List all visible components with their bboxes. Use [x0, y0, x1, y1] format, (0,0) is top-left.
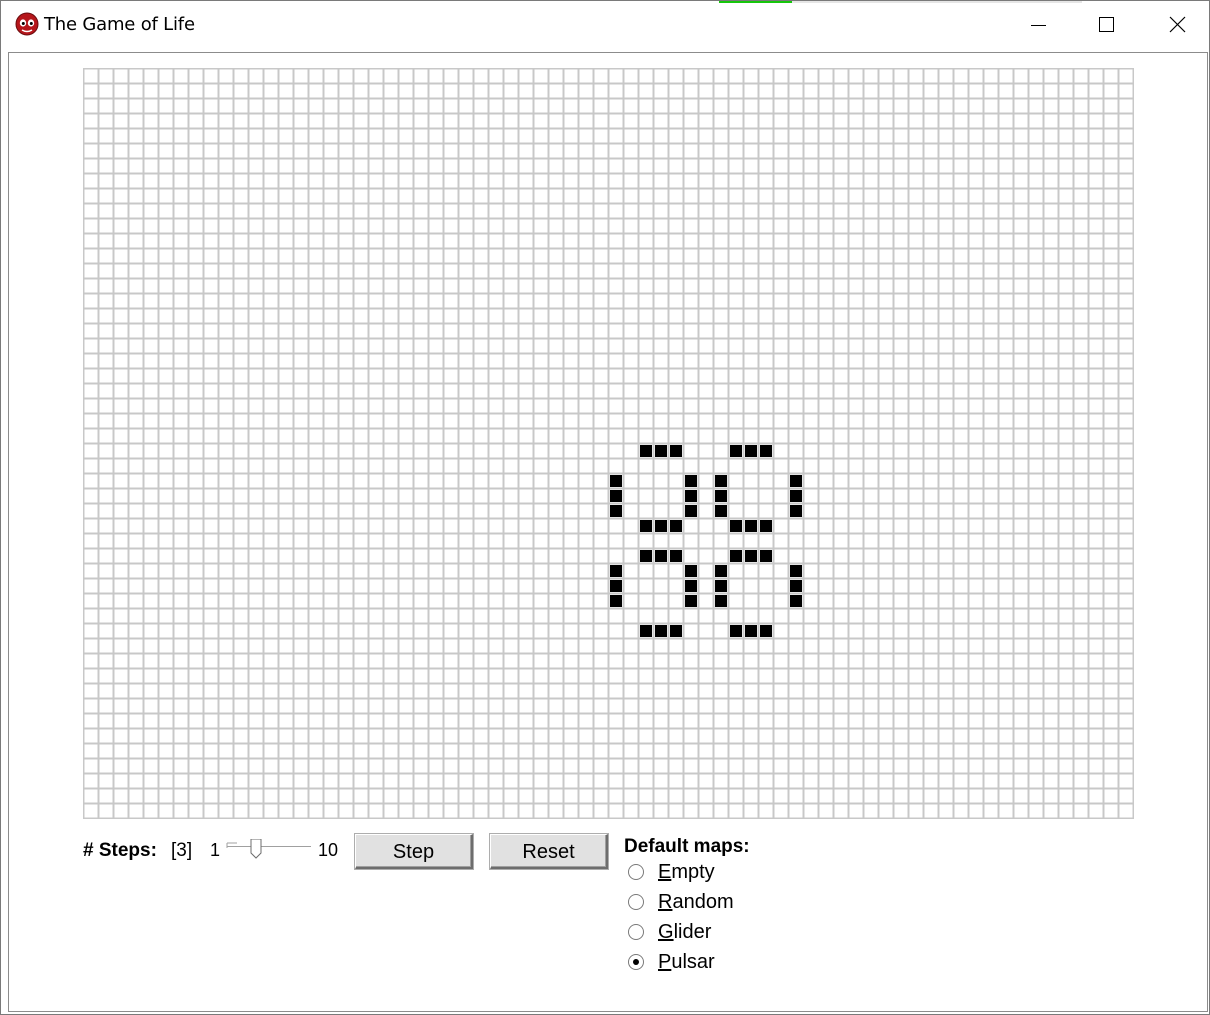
radio-button-empty[interactable] [627, 863, 645, 881]
radio-label-random: Random [658, 891, 734, 913]
slider-thumb[interactable] [250, 839, 262, 859]
live-cell[interactable] [655, 445, 667, 457]
live-cell[interactable] [640, 445, 652, 457]
radio-label-pulsar: Pulsar [658, 951, 715, 973]
maximize-button[interactable] [1072, 1, 1142, 49]
radio-label-glider: Glider [658, 921, 712, 943]
live-cell[interactable] [715, 475, 727, 487]
live-cell[interactable] [790, 580, 802, 592]
live-cell[interactable] [670, 520, 682, 532]
radio-pulsar[interactable]: Pulsar [627, 951, 767, 977]
life-grid[interactable] [83, 68, 1134, 819]
live-cell[interactable] [790, 565, 802, 577]
live-cell[interactable] [670, 445, 682, 457]
live-cell[interactable] [715, 595, 727, 607]
live-cell[interactable] [760, 550, 772, 562]
live-cell[interactable] [685, 580, 697, 592]
live-cell[interactable] [610, 580, 622, 592]
steps-slider[interactable] [225, 839, 313, 865]
window-title: The Game of Life [44, 14, 195, 35]
live-cell[interactable] [640, 550, 652, 562]
live-cell[interactable] [715, 580, 727, 592]
minimize-icon [1031, 25, 1046, 26]
live-cell[interactable] [610, 475, 622, 487]
live-cell[interactable] [655, 520, 667, 532]
app-window: The Game of Life # Steps: [3] 1 10 Step … [0, 0, 1210, 1015]
live-cell[interactable] [745, 625, 757, 637]
live-cell[interactable] [730, 625, 742, 637]
live-cell[interactable] [610, 490, 622, 502]
title-bar-accent [719, 1, 792, 3]
live-cell[interactable] [610, 505, 622, 517]
reset-button[interactable]: Reset [490, 834, 608, 869]
live-cell[interactable] [640, 520, 652, 532]
live-cell[interactable] [790, 595, 802, 607]
radio-button-random[interactable] [627, 893, 645, 911]
live-cell[interactable] [670, 550, 682, 562]
live-cell[interactable] [685, 595, 697, 607]
radio-button-glider[interactable] [627, 923, 645, 941]
radio-empty[interactable]: Empty [627, 861, 767, 887]
live-cell[interactable] [610, 595, 622, 607]
app-icon [15, 12, 39, 36]
live-cell[interactable] [790, 505, 802, 517]
close-button[interactable] [1141, 1, 1210, 49]
default-maps-title: Default maps: [624, 836, 750, 857]
radio-button-pulsar[interactable] [627, 953, 645, 971]
live-cell[interactable] [730, 445, 742, 457]
step-button[interactable]: Step [355, 834, 473, 869]
steps-label: # Steps: [83, 840, 157, 861]
live-cell[interactable] [790, 490, 802, 502]
live-cell[interactable] [685, 505, 697, 517]
live-cell[interactable] [730, 520, 742, 532]
radio-random[interactable]: Random [627, 891, 767, 917]
live-cell[interactable] [610, 565, 622, 577]
live-cell[interactable] [715, 565, 727, 577]
live-cell[interactable] [745, 550, 757, 562]
radio-glider[interactable]: Glider [627, 921, 767, 947]
live-cell[interactable] [685, 565, 697, 577]
live-cell[interactable] [715, 490, 727, 502]
live-cell[interactable] [745, 445, 757, 457]
live-cell[interactable] [760, 520, 772, 532]
minimize-button[interactable] [1002, 1, 1072, 49]
live-cell[interactable] [655, 625, 667, 637]
slider-max-label: 10 [318, 840, 339, 860]
live-cell[interactable] [760, 625, 772, 637]
live-cell[interactable] [640, 625, 652, 637]
live-cell[interactable] [685, 490, 697, 502]
live-cell[interactable] [715, 505, 727, 517]
live-cell[interactable] [670, 625, 682, 637]
slider-min-label: 1 [210, 840, 221, 860]
steps-value: [3] [171, 840, 193, 861]
radio-label-empty: Empty [658, 861, 715, 883]
close-icon [1169, 16, 1186, 33]
title-bar[interactable]: The Game of Life [1, 1, 1209, 49]
live-cell[interactable] [745, 520, 757, 532]
live-cell[interactable] [655, 550, 667, 562]
live-cell[interactable] [760, 445, 772, 457]
maximize-icon [1099, 17, 1114, 32]
live-cell[interactable] [685, 475, 697, 487]
live-cell[interactable] [790, 475, 802, 487]
live-cell[interactable] [730, 550, 742, 562]
